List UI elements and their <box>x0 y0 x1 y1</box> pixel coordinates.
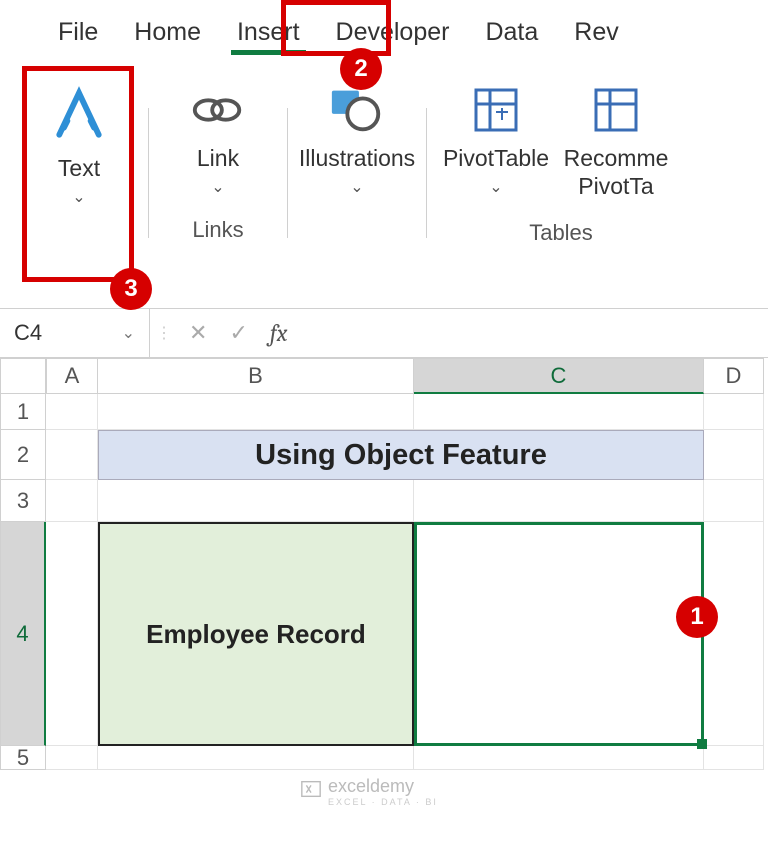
watermark-tag: EXCEL · DATA · BI <box>328 797 438 807</box>
chevron-down-icon: ⌄ <box>211 177 224 197</box>
separator <box>426 108 427 238</box>
tab-data[interactable]: Data <box>467 10 556 57</box>
row-4: 4 Employee Record <box>0 522 768 746</box>
cell-d2[interactable] <box>704 430 764 480</box>
row-3: 3 <box>0 480 768 522</box>
formula-bar: C4 ⌄ ⋮ ✕ ✓ fx <box>0 308 768 358</box>
name-box[interactable]: C4 ⌄ <box>0 309 150 357</box>
group-illustrations: Illustrations ⌄ <box>302 78 412 203</box>
chevron-down-icon: ⌄ <box>122 323 135 343</box>
pivottable-label: PivotTable <box>443 145 549 173</box>
fx-icon[interactable]: fx <box>266 319 292 347</box>
tab-review[interactable]: Rev <box>556 10 636 57</box>
badge-1: 1 <box>676 596 718 638</box>
row-2: 2 Using Object Feature <box>0 430 768 480</box>
row-hdr-4[interactable]: 4 <box>0 522 46 746</box>
group-text: Text ⌄ <box>24 78 134 213</box>
separator <box>148 108 149 238</box>
accept-icon[interactable]: ✓ <box>225 320 251 346</box>
row-1: 1 <box>0 394 768 430</box>
link-label: Link <box>197 145 239 173</box>
watermark: exceldemy EXCEL · DATA · BI <box>300 776 438 807</box>
badge-2: 2 <box>340 48 382 90</box>
cancel-icon[interactable]: ✕ <box>185 320 211 346</box>
illustrations-label: Illustrations <box>299 145 415 173</box>
col-a[interactable]: A <box>46 358 98 394</box>
pivottable-button[interactable]: PivotTable ⌄ <box>441 78 551 206</box>
tab-developer[interactable]: Developer <box>318 10 468 57</box>
cell-d5[interactable] <box>704 746 764 770</box>
cell-a4[interactable] <box>46 522 98 746</box>
formula-input[interactable] <box>301 309 768 357</box>
illustrations-button[interactable]: Illustrations ⌄ <box>302 78 412 203</box>
ribbon-tabs: File Home Insert Developer Data Rev <box>0 0 768 58</box>
row-hdr-5[interactable]: 5 <box>0 746 46 770</box>
row-hdr-2[interactable]: 2 <box>0 430 46 480</box>
cell-a2[interactable] <box>46 430 98 480</box>
pivottable-icon <box>472 86 520 139</box>
cell-c3[interactable] <box>414 480 704 522</box>
tab-insert[interactable]: Insert <box>219 10 318 57</box>
row-hdr-1[interactable]: 1 <box>0 394 46 430</box>
col-b[interactable]: B <box>98 358 414 394</box>
cell-a3[interactable] <box>46 480 98 522</box>
chevron-down-icon: ⌄ <box>350 177 363 197</box>
badge-3: 3 <box>110 268 152 310</box>
cell-c5[interactable] <box>414 746 704 770</box>
divider-icon: ⋮ <box>150 323 175 343</box>
name-box-value: C4 <box>14 320 42 346</box>
formula-tools: ✕ ✓ fx <box>175 319 301 347</box>
tab-home[interactable]: Home <box>116 10 219 57</box>
cell-b5[interactable] <box>98 746 414 770</box>
watermark-brand: exceldemy <box>328 776 438 797</box>
recommended-label-2: PivotTa <box>578 173 653 201</box>
col-c[interactable]: C <box>414 358 704 394</box>
cell-b1[interactable] <box>98 394 414 430</box>
text-icon <box>50 86 108 149</box>
cell-d3[interactable] <box>704 480 764 522</box>
cell-d1[interactable] <box>704 394 764 430</box>
cell-d4[interactable] <box>704 522 764 746</box>
text-button[interactable]: Text ⌄ <box>24 78 134 213</box>
merged-title[interactable]: Using Object Feature <box>98 430 704 480</box>
cell-c1[interactable] <box>414 394 704 430</box>
link-icon <box>189 86 247 139</box>
col-d[interactable]: D <box>704 358 764 394</box>
chevron-down-icon: ⌄ <box>72 187 85 207</box>
tables-group-label: Tables <box>529 220 593 246</box>
link-button[interactable]: Link ⌄ <box>163 78 273 203</box>
cell-a1[interactable] <box>46 394 98 430</box>
excel-icon <box>300 778 322 805</box>
recommended-label-1: Recomme <box>564 145 669 173</box>
group-links: Link ⌄ Links <box>163 78 273 243</box>
recommended-pivot-button[interactable]: Recomme PivotTa <box>551 78 681 206</box>
links-group-label: Links <box>192 217 243 243</box>
spreadsheet-grid: A B C D 1 2 Using Object Feature 3 4 Emp… <box>0 358 768 770</box>
column-headers: A B C D <box>46 358 768 394</box>
cell-b3[interactable] <box>98 480 414 522</box>
ribbon: Text ⌄ Link ⌄ Links Illustrations ⌄ <box>0 58 768 308</box>
row-hdr-3[interactable]: 3 <box>0 480 46 522</box>
text-label: Text <box>58 155 100 183</box>
row-5: 5 <box>0 746 768 770</box>
illustrations-icon <box>328 86 386 139</box>
chevron-down-icon: ⌄ <box>489 177 502 197</box>
selection-handle[interactable] <box>697 739 707 749</box>
recommended-pivot-icon <box>592 86 640 139</box>
cell-b4[interactable]: Employee Record <box>98 522 414 746</box>
select-all-corner[interactable] <box>0 358 46 394</box>
group-tables: PivotTable ⌄ Recomme PivotTa Tables <box>441 78 681 246</box>
cell-a5[interactable] <box>46 746 98 770</box>
separator <box>287 108 288 238</box>
tab-file[interactable]: File <box>40 10 116 57</box>
cell-c4-selected[interactable] <box>414 522 704 746</box>
